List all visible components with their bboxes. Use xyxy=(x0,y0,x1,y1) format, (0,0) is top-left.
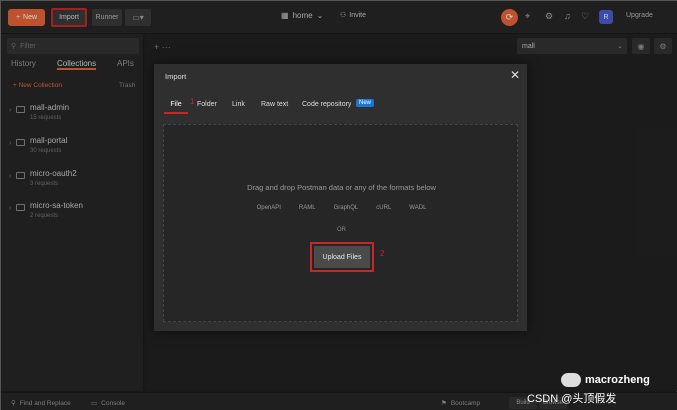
step-marker-2: 2 xyxy=(380,249,385,258)
app-window: + New Import Runner ▭▾ ▦ home ⌄ ⚇ Invite… xyxy=(0,0,677,410)
tab-link[interactable]: Link xyxy=(232,101,245,108)
dropzone-instructions: Drag and drop Postman data or any of the… xyxy=(247,183,436,192)
or-separator: OR xyxy=(337,227,346,233)
tab-folder[interactable]: Folder xyxy=(197,101,217,108)
close-icon[interactable]: ✕ xyxy=(510,68,520,82)
new-badge: New xyxy=(356,99,375,107)
watermark: macrozheng xyxy=(561,373,650,387)
wechat-icon xyxy=(561,373,581,387)
tab-code-repository[interactable]: Code repository xyxy=(302,101,351,108)
step-marker-1: 1 xyxy=(190,97,195,106)
import-dialog: Import ✕ File 1 Folder Link Raw text Cod… xyxy=(154,64,527,331)
format-curl: cURL xyxy=(376,205,392,211)
tab-file[interactable]: File xyxy=(164,96,188,114)
upload-highlight: Upload Files xyxy=(310,242,374,272)
csdn-watermark: CSDN @头顶假发 xyxy=(527,393,617,405)
format-raml: RAML xyxy=(298,205,316,211)
format-wadl: WADL xyxy=(409,205,427,211)
upload-files-button[interactable]: Upload Files xyxy=(314,246,370,268)
tab-raw-text[interactable]: Raw text xyxy=(261,101,288,108)
dialog-title: Import xyxy=(165,72,187,81)
file-dropzone[interactable]: Drag and drop Postman data or any of the… xyxy=(163,124,518,322)
format-openapi: OpenAPI xyxy=(256,205,281,211)
format-list: OpenAPI RAML GraphQL cURL WADL xyxy=(164,205,519,211)
format-graphql: GraphQL xyxy=(333,205,359,211)
